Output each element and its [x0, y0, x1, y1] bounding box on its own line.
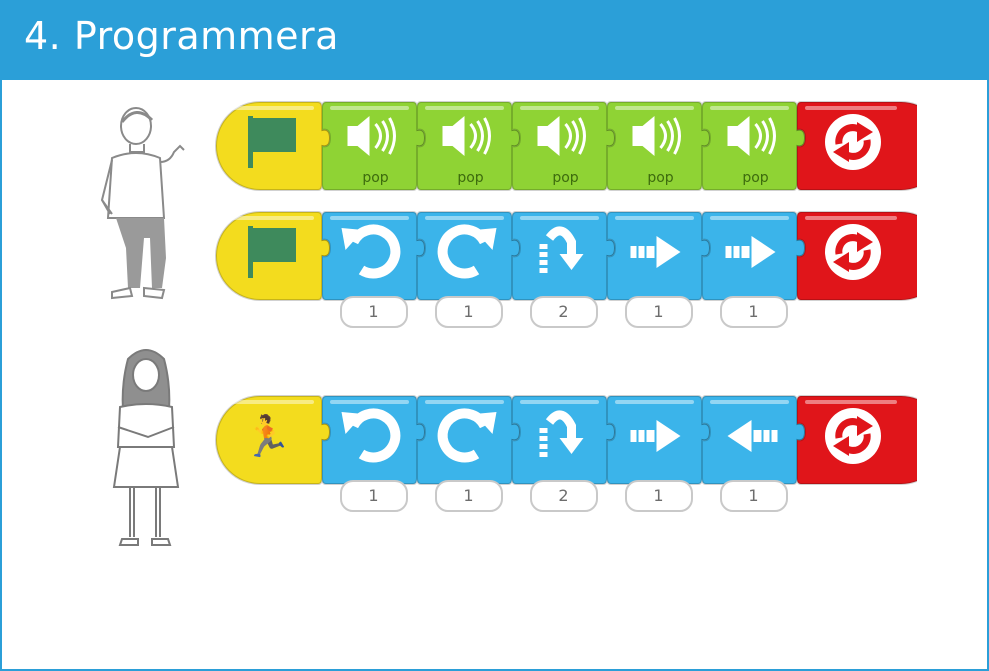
- motion-block[interactable]: [417, 210, 524, 306]
- motion-block[interactable]: [322, 394, 429, 490]
- motion-block[interactable]: [322, 210, 429, 306]
- program-row-3: 🏃 1 1 2 1 1: [214, 394, 917, 512]
- repeat-forever-block[interactable]: [797, 394, 917, 490]
- program-row-2: 11211: [214, 210, 917, 328]
- motion-block[interactable]: [512, 210, 619, 306]
- green-flag-block[interactable]: [214, 210, 334, 306]
- sound-block[interactable]: pop: [702, 100, 809, 196]
- parameter-field[interactable]: 1: [624, 296, 693, 328]
- start-on-bump-block[interactable]: 🏃: [214, 394, 334, 490]
- motion-block[interactable]: [512, 394, 619, 490]
- parameter-field[interactable]: 1: [719, 296, 788, 328]
- program-row-1: pop pop pop pop pop: [214, 100, 917, 196]
- motion-block[interactable]: [702, 210, 809, 306]
- parameter-field[interactable]: 1: [339, 480, 408, 512]
- repeat-forever-block[interactable]: [797, 100, 917, 196]
- header-bar: 4. Programmera: [2, 2, 987, 80]
- repeat-forever-block[interactable]: [797, 210, 917, 306]
- girl-character: [112, 349, 180, 546]
- sound-label: pop: [742, 170, 769, 186]
- parameter-field[interactable]: 1: [434, 296, 503, 328]
- repeat-forever: [825, 114, 881, 170]
- start-on-bump: 🏃: [242, 413, 292, 460]
- parameter-field[interactable]: 2: [529, 296, 598, 328]
- page-title: 4. Programmera: [24, 14, 339, 58]
- motion-block[interactable]: [607, 394, 714, 490]
- parameter-field[interactable]: 1: [624, 480, 693, 512]
- worksheet-frame: 4. Programmera pop pop pop pop pop 1 1 2…: [0, 0, 989, 671]
- boy-character: [100, 107, 185, 300]
- repeat-forever: [825, 224, 881, 280]
- parameter-field[interactable]: 2: [529, 480, 598, 512]
- sound-label: pop: [647, 170, 674, 186]
- green-flag-block[interactable]: [214, 100, 334, 196]
- parameter-field[interactable]: 1: [339, 296, 408, 328]
- sound-block[interactable]: pop: [607, 100, 714, 196]
- sound-label: pop: [552, 170, 579, 186]
- repeat-forever: [825, 408, 881, 464]
- motion-block[interactable]: [607, 210, 714, 306]
- motion-block[interactable]: [417, 394, 524, 490]
- sound-block[interactable]: pop: [417, 100, 524, 196]
- svg-text:🏃: 🏃: [242, 413, 292, 460]
- parameter-field[interactable]: 1: [719, 480, 788, 512]
- parameter-field[interactable]: 1: [434, 480, 503, 512]
- sound-label: pop: [457, 170, 484, 186]
- sound-label: pop: [362, 170, 389, 186]
- motion-block[interactable]: [702, 394, 809, 490]
- sound-block[interactable]: pop: [322, 100, 429, 196]
- sound-block[interactable]: pop: [512, 100, 619, 196]
